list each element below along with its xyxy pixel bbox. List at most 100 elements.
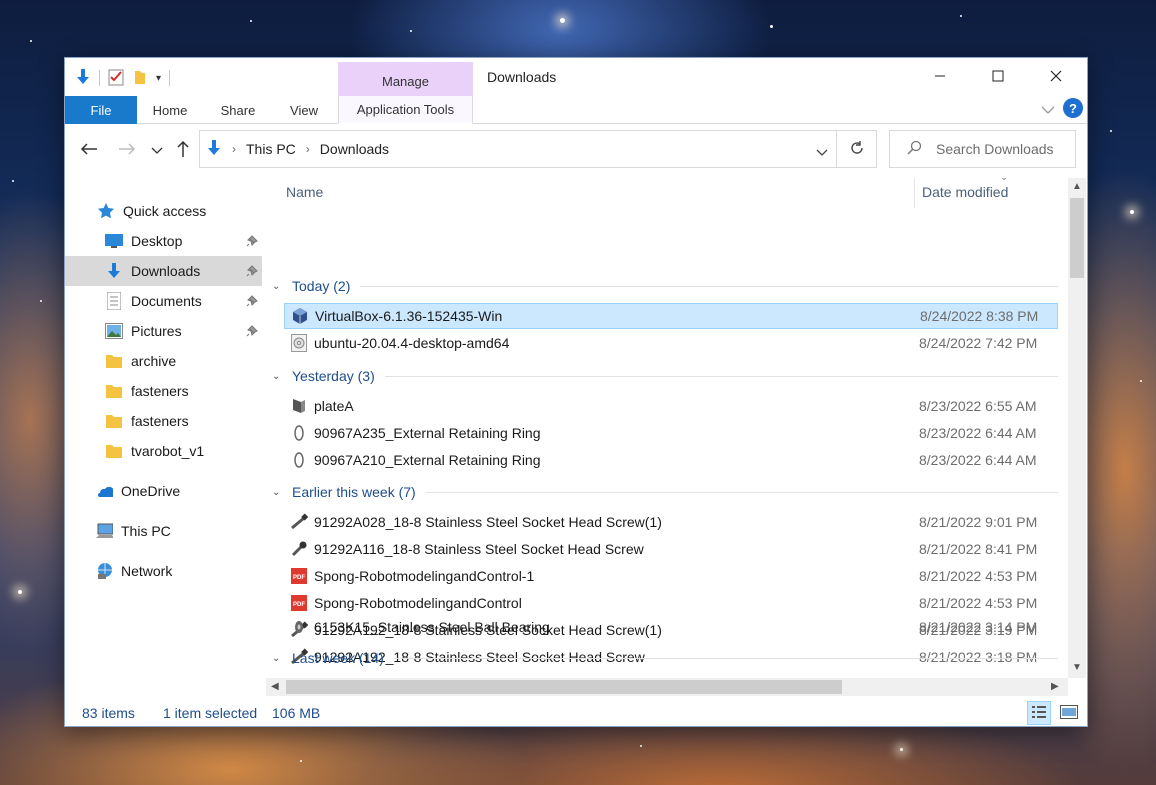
sidebar-item-fasteners[interactable]: fasteners — [65, 406, 262, 436]
file-row[interactable]: 6153K15_Stainless Steel Ball Bearing 8/2… — [284, 614, 1058, 640]
file-list: Name ⌄ Date modified ⌄ Today (2) Virtual… — [266, 178, 1066, 678]
file-row[interactable]: 91292A116_18-8 Stainless Steel Socket He… — [284, 536, 1058, 562]
file-date-modified: 8/24/2022 8:38 PM — [920, 308, 1039, 324]
group-header-yesterday[interactable]: ⌄ Yesterday (3) — [272, 364, 1058, 388]
tab-application-tools[interactable]: Application Tools — [338, 96, 473, 124]
pin-icon[interactable] — [246, 294, 258, 310]
title-bar: ▾ Manage Downloads — [65, 58, 1087, 96]
search-box[interactable]: Search Downloads — [889, 130, 1076, 168]
sidebar-item-desktop[interactable]: Desktop — [65, 226, 262, 256]
tab-view[interactable]: View — [277, 96, 331, 124]
file-row[interactable]: 90967A235_External Retaining Ring 8/23/2… — [284, 420, 1058, 446]
file-row[interactable]: PDF Spong-RobotmodelingandControl 8/21/2… — [284, 590, 1058, 616]
details-view-button[interactable] — [1027, 701, 1051, 725]
download-arrow-icon[interactable] — [75, 68, 91, 89]
virtualbox-icon — [291, 307, 309, 325]
help-icon[interactable]: ? — [1063, 98, 1083, 118]
file-row[interactable]: VirtualBox-6.1.36-152435-Win 8/24/2022 8… — [284, 303, 1058, 329]
customize-toolbar-chevron-icon[interactable]: ▾ — [156, 73, 161, 84]
details-view-icon — [1031, 705, 1047, 722]
file-row[interactable]: 91292A028_18-8 Stainless Steel Socket He… — [284, 509, 1058, 535]
column-header-date-modified[interactable]: Date modified — [922, 184, 1008, 200]
collapse-chevron-icon[interactable]: ⌄ — [272, 653, 286, 664]
address-bar[interactable]: › This PC › Downloads — [199, 130, 837, 168]
sidebar-item-label: fasteners — [131, 383, 189, 399]
breadcrumb-this-pc[interactable]: This PC — [246, 141, 296, 157]
scroll-down-icon[interactable]: ▼ — [1072, 662, 1082, 673]
up-button[interactable] — [171, 136, 195, 164]
vertical-scrollbar[interactable]: ▲ ▼ — [1068, 178, 1086, 678]
sidebar-item-fasteners[interactable]: fasteners — [65, 376, 262, 406]
group-header-earlier-this-week[interactable]: ⌄ Earlier this week (7) — [272, 480, 1058, 504]
minimize-button[interactable] — [917, 58, 963, 96]
collapse-chevron-icon[interactable]: ⌄ — [272, 371, 286, 382]
horizontal-scroll-thumb[interactable] — [286, 680, 842, 694]
scroll-left-icon[interactable]: ◀ — [271, 681, 279, 692]
toolbar-divider — [99, 70, 100, 86]
group-header-today[interactable]: ⌄ Today (2) — [272, 274, 1058, 298]
forward-button[interactable] — [115, 136, 139, 164]
pin-icon[interactable] — [246, 264, 258, 280]
up-arrow-icon — [176, 140, 190, 161]
breadcrumb-separator-icon[interactable]: › — [306, 142, 310, 156]
refresh-button[interactable] — [837, 130, 877, 168]
search-icon — [906, 140, 922, 159]
expand-ribbon-chevron-icon[interactable] — [1041, 102, 1055, 118]
tab-home[interactable]: Home — [141, 96, 199, 124]
vertical-scroll-thumb[interactable] — [1070, 198, 1084, 278]
sidebar-item-label: Quick access — [123, 203, 207, 219]
svg-text:PDF: PDF — [293, 602, 305, 608]
folder-icon — [105, 442, 123, 460]
sidebar-item-onedrive[interactable]: OneDrive — [65, 476, 262, 506]
maximize-button[interactable] — [975, 58, 1021, 96]
sidebar-item-pictures[interactable]: Pictures — [65, 316, 262, 346]
pin-icon[interactable] — [246, 234, 258, 250]
screw-icon — [290, 513, 308, 531]
file-name: 90967A235_External Retaining Ring — [314, 425, 541, 441]
pin-icon[interactable] — [246, 324, 258, 340]
collapse-chevron-icon[interactable]: ⌄ — [272, 281, 286, 292]
sidebar-item-quick-access[interactable]: Quick access — [65, 196, 262, 226]
file-row[interactable]: 90967A210_External Retaining Ring 8/23/2… — [284, 447, 1058, 473]
scroll-up-icon[interactable]: ▲ — [1072, 181, 1082, 192]
manage-context-header: Manage — [338, 62, 473, 96]
scroll-right-icon[interactable]: ▶ — [1051, 681, 1059, 692]
pdf-icon: PDF — [290, 567, 308, 585]
column-header-name[interactable]: Name — [286, 184, 323, 200]
sidebar-item-tvarobot-v1[interactable]: tvarobot_v1 — [65, 436, 262, 466]
tab-file[interactable]: File — [65, 96, 137, 124]
large-icons-view-button[interactable] — [1057, 701, 1081, 725]
tab-share[interactable]: Share — [209, 96, 267, 124]
close-button[interactable] — [1033, 58, 1079, 96]
group-header-last-week[interactable]: ⌄ Last week (14) — [272, 646, 1058, 670]
file-explorer-window: ▾ Manage Downloads File Home Share View … — [64, 57, 1088, 727]
download-arrow-icon — [105, 262, 123, 280]
group-label: Earlier this week (7) — [292, 484, 416, 500]
sidebar-item-documents[interactable]: Documents — [65, 286, 262, 316]
sidebar-item-downloads[interactable]: Downloads — [65, 256, 262, 286]
file-name: ubuntu-20.04.4-desktop-amd64 — [314, 335, 510, 351]
sidebar-item-network[interactable]: Network — [65, 556, 262, 586]
horizontal-scrollbar[interactable]: ◀ ▶ — [266, 678, 1068, 696]
file-row[interactable]: plateA 8/23/2022 6:55 AM — [284, 393, 1058, 419]
properties-check-icon[interactable] — [108, 68, 124, 89]
column-divider[interactable] — [914, 178, 915, 208]
back-button[interactable] — [77, 136, 101, 164]
sidebar-item-archive[interactable]: archive — [65, 346, 262, 376]
file-row[interactable]: ubuntu-20.04.4-desktop-amd64 8/24/2022 7… — [284, 330, 1058, 356]
column-headers: Name ⌄ Date modified — [266, 178, 1066, 208]
new-folder-icon[interactable] — [132, 68, 148, 89]
pictures-icon — [105, 322, 123, 340]
folder-icon — [105, 352, 123, 370]
collapse-chevron-icon[interactable]: ⌄ — [272, 487, 286, 498]
breadcrumb-separator-icon[interactable]: › — [232, 142, 236, 156]
file-row[interactable]: PDF Spong-RobotmodelingandControl-1 8/21… — [284, 563, 1058, 589]
breadcrumb-downloads[interactable]: Downloads — [320, 141, 389, 157]
quick-access-toolbar: ▾ — [75, 67, 171, 89]
sidebar-item-this-pc[interactable]: This PC — [65, 516, 262, 546]
file-date-modified: 8/21/2022 3:14 PM — [919, 619, 1038, 635]
address-dropdown-chevron-icon[interactable] — [816, 144, 828, 160]
sort-descending-icon: ⌄ — [1000, 178, 1008, 183]
recent-locations-button[interactable] — [149, 136, 165, 164]
search-input[interactable]: Search Downloads — [936, 141, 1054, 157]
